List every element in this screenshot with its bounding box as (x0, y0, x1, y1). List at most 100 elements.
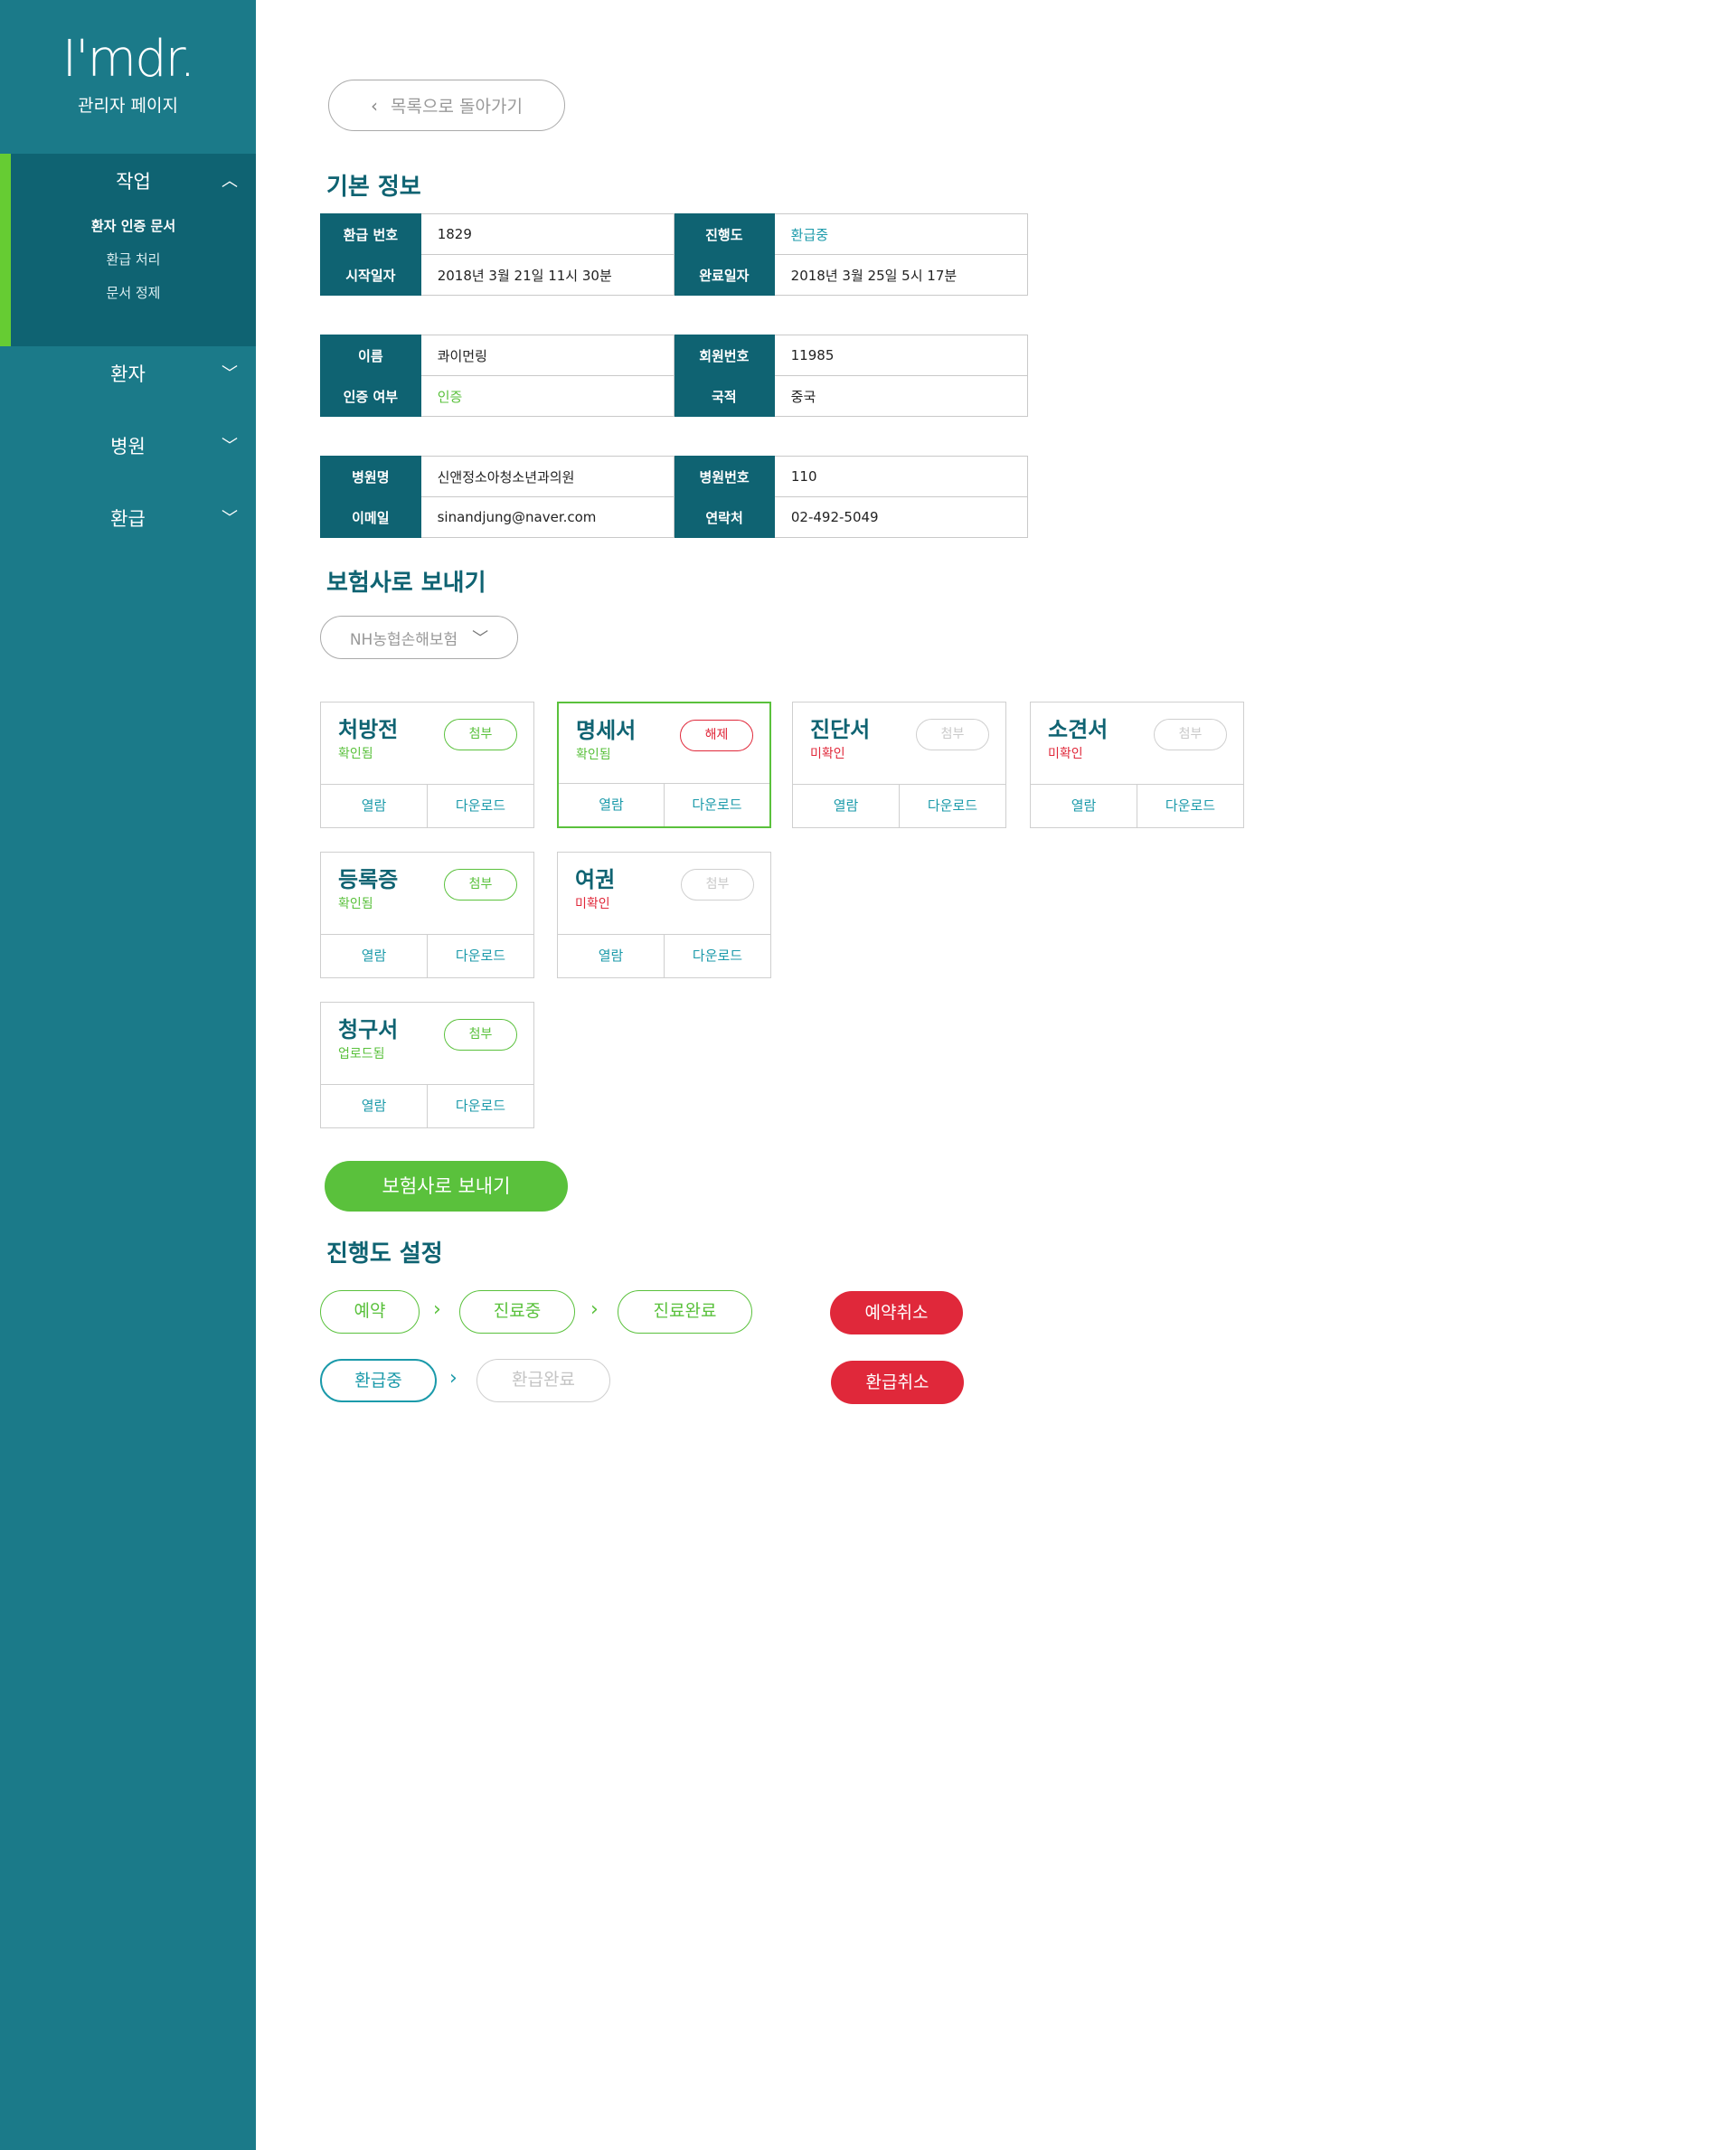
view-button[interactable]: 열람 (558, 935, 665, 977)
email-label: 이메일 (320, 496, 421, 538)
insurance-section-title: 보험사로 보내기 (326, 570, 486, 597)
hospital-info-table: 병원명 신앤정소아청소년과의원 병원번호 110 이메일 sinandjung@… (320, 456, 1029, 538)
attach-button[interactable]: 첨부 (444, 1019, 517, 1051)
doc-card-title: 여권 (575, 867, 616, 892)
doc-card-claim: 청구서 업로드됨 첨부 열람 다운로드 (320, 1002, 534, 1128)
doc-card-title: 청구서 (338, 1017, 399, 1042)
step-refunding-button[interactable]: 환급중 (320, 1359, 437, 1402)
refund-info-table: 환급 번호 1829 진행도 환급중 시작일자 2018년 3월 21일 11시… (320, 213, 1029, 296)
step-refund-complete-button[interactable]: 환급완료 (476, 1359, 610, 1402)
chevron-right-icon: › (449, 1367, 458, 1390)
chevron-up-icon: ︿ (222, 172, 238, 191)
doc-card-title: 처방전 (338, 717, 399, 742)
phone-label: 연락처 (674, 496, 775, 538)
member-no-value: 11985 (773, 335, 1029, 376)
phone-value: 02-492-5049 (773, 496, 1029, 538)
view-button[interactable]: 열람 (321, 785, 428, 827)
chevron-down-icon: ﹀ (472, 629, 489, 648)
step-in-treatment-button[interactable]: 진료중 (459, 1290, 575, 1334)
attach-button[interactable]: 첨부 (916, 719, 989, 750)
sidebar: I'mdr. 관리자 페이지 작업 ︿ 환자 인증 문서 환급 처리 문서 정제… (0, 0, 256, 2150)
release-button[interactable]: 해제 (680, 720, 753, 751)
doc-card-title: 등록증 (338, 867, 399, 892)
auth-label: 인증 여부 (320, 375, 421, 417)
send-to-insurer-button[interactable]: 보험사로 보내기 (325, 1161, 568, 1212)
doc-card-actions: 열람 다운로드 (321, 784, 533, 827)
step-reservation-button[interactable]: 예약 (320, 1290, 420, 1334)
doc-card-actions: 열람 다운로드 (1031, 784, 1243, 827)
doc-card-status: 확인됨 (338, 897, 373, 911)
attach-button[interactable]: 첨부 (681, 869, 754, 901)
insurance-company-select[interactable]: NH농협손해보험 ﹀ (320, 616, 518, 659)
doc-card-status: 확인됨 (576, 748, 611, 762)
back-to-list-button[interactable]: ‹ 목록으로 돌아가기 (328, 80, 565, 131)
chevron-right-icon: › (433, 1298, 441, 1321)
download-button[interactable]: 다운로드 (665, 784, 769, 826)
menu-item-refund[interactable]: 환급 ﹀ (0, 491, 256, 547)
cancel-refund-button[interactable]: 환급취소 (831, 1361, 964, 1404)
doc-card-status: 미확인 (810, 747, 845, 761)
refund-no-value: 1829 (420, 213, 675, 255)
hospital-no-label: 병원번호 (674, 456, 775, 497)
table-row: 이메일 sinandjung@naver.com 연락처 02-492-5049 (320, 496, 1029, 538)
nation-label: 국적 (673, 375, 775, 417)
menu-group-work: 작업 ︿ 환자 인증 문서 환급 처리 문서 정제 (0, 154, 256, 346)
table-row: 환급 번호 1829 진행도 환급중 (320, 213, 1029, 255)
doc-card-registration: 등록증 확인됨 첨부 열람 다운로드 (320, 852, 534, 978)
cancel-reservation-button[interactable]: 예약취소 (830, 1291, 963, 1334)
download-button[interactable]: 다운로드 (665, 935, 770, 977)
doc-card-status: 확인됨 (338, 747, 373, 761)
download-button[interactable]: 다운로드 (1137, 785, 1243, 827)
doc-card-status: 업로드됨 (338, 1047, 385, 1061)
chevron-down-icon: ﹀ (222, 437, 238, 456)
doc-card-status: 미확인 (1048, 747, 1083, 761)
attach-button[interactable]: 첨부 (444, 869, 517, 901)
chevron-right-icon: › (590, 1298, 599, 1321)
view-button[interactable]: 열람 (321, 1085, 428, 1127)
view-button[interactable]: 열람 (1031, 785, 1137, 827)
menu-item-hospital[interactable]: 병원 ﹀ (0, 419, 256, 475)
main-content: ‹ 목록으로 돌아가기 기본 정보 환급 번호 1829 진행도 환급중 시작일… (256, 0, 1736, 2150)
menu-item-work-label: 작업 (116, 171, 151, 193)
logo[interactable]: I'mdr. (0, 33, 256, 87)
insurance-company-value: NH농협손해보험 (349, 630, 458, 649)
download-button[interactable]: 다운로드 (428, 935, 533, 977)
doc-card-actions: 열람 다운로드 (321, 1084, 533, 1127)
start-date-value: 2018년 3월 21일 11시 30분 (420, 254, 675, 296)
attach-button[interactable]: 첨부 (1154, 719, 1227, 750)
attach-button[interactable]: 첨부 (444, 719, 517, 750)
download-button[interactable]: 다운로드 (428, 1085, 533, 1127)
progress-setting-title: 진행도 설정 (326, 1240, 443, 1268)
download-button[interactable]: 다운로드 (428, 785, 533, 827)
menu-item-work[interactable]: 작업 ︿ (11, 154, 256, 210)
view-button[interactable]: 열람 (793, 785, 900, 827)
doc-card-diagnosis: 진단서 미확인 첨부 열람 다운로드 (792, 702, 1006, 828)
doc-card-actions: 열람 다운로드 (793, 784, 1005, 827)
table-row: 병원명 신앤정소아청소년과의원 병원번호 110 (320, 456, 1029, 497)
view-button[interactable]: 열람 (321, 935, 428, 977)
name-value: 콰이먼링 (420, 335, 675, 376)
end-date-value: 2018년 3월 25일 5시 17분 (773, 254, 1029, 296)
refund-no-label: 환급 번호 (320, 213, 421, 255)
submenu-refund-process[interactable]: 환급 처리 (11, 243, 256, 277)
download-button[interactable]: 다운로드 (900, 785, 1005, 827)
name-label: 이름 (320, 335, 421, 376)
step-treatment-complete-button[interactable]: 진료완료 (618, 1290, 752, 1334)
menu-item-patient-label: 환자 (110, 363, 146, 385)
doc-card-title: 진단서 (810, 717, 871, 742)
auth-value: 인증 (420, 375, 675, 417)
chevron-down-icon: ﹀ (222, 509, 238, 528)
table-row: 인증 여부 인증 국적 중국 (320, 375, 1029, 417)
submenu-doc-cleanup[interactable]: 문서 정제 (11, 277, 256, 310)
doc-card-title: 소견서 (1048, 717, 1109, 742)
menu-item-hospital-label: 병원 (110, 436, 146, 457)
chevron-left-icon: ‹ (371, 94, 379, 117)
logo-subtitle: 관리자 페이지 (78, 96, 178, 116)
hospital-name-value: 신앤정소아청소년과의원 (420, 456, 675, 497)
submenu-patient-auth-docs[interactable]: 환자 인증 문서 (11, 210, 256, 243)
chevron-down-icon: ﹀ (222, 364, 238, 383)
menu-item-patient[interactable]: 환자 ﹀ (0, 346, 256, 402)
doc-card-opinion: 소견서 미확인 첨부 열람 다운로드 (1030, 702, 1244, 828)
email-value: sinandjung@naver.com (420, 496, 675, 538)
view-button[interactable]: 열람 (559, 784, 665, 826)
